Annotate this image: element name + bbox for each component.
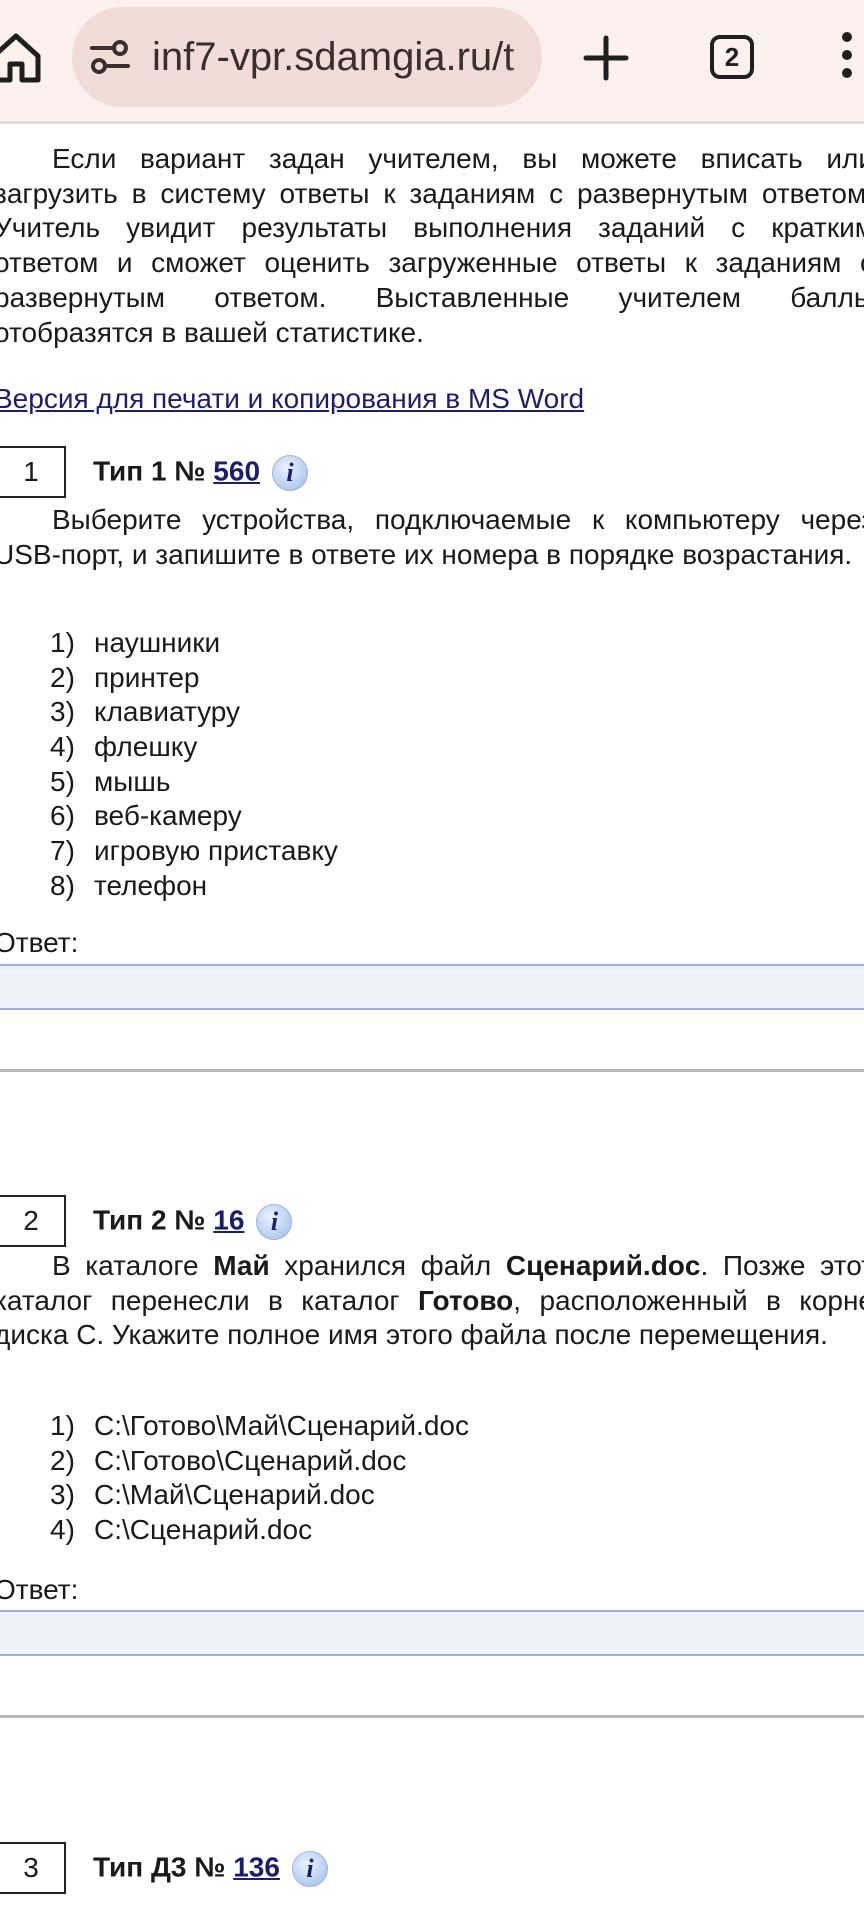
- browser-toolbar: inf7-vpr.sdamgia.ru/t 2: [0, 0, 864, 124]
- address-bar[interactable]: inf7-vpr.sdamgia.ru/t: [72, 7, 542, 107]
- task-divider: [0, 1069, 864, 1072]
- option-item: 7) игровую приставку: [50, 835, 338, 867]
- option-item: 1) C:\Готово\Май\Сценарий.doc: [50, 1410, 469, 1441]
- task-1-options: 1) наушники 2) принтер 3) клавиатуру 4) флеш…: [50, 626, 338, 904]
- task-id-link[interactable]: 16: [213, 1204, 244, 1235]
- task-2-options: 1) C:\Готово\Май\Сценарий.doc 2) C:\Готово…: [50, 1409, 469, 1548]
- intro-text: Если вариант задан учителем, вы можете в…: [0, 143, 864, 348]
- option-item: 4) C:\Сценарий.doc: [50, 1514, 313, 1546]
- more-vert-icon[interactable]: [842, 32, 862, 88]
- info-icon[interactable]: i: [256, 1204, 293, 1240]
- option-item: 2) принтер: [50, 661, 200, 693]
- task-1-header: 1 Тип 1 № 560 i: [0, 446, 864, 502]
- url-text[interactable]: inf7-vpr.sdamgia.ru/t: [152, 35, 514, 80]
- task-id-link[interactable]: 560: [213, 455, 260, 486]
- answer-label: Ответ:: [0, 927, 79, 958]
- task-2-question: В каталоге Май хранился файл Сценарий.do…: [0, 1250, 864, 1351]
- option-item: 3) C:\Май\Сценарий.doc: [50, 1479, 375, 1511]
- task-type-text: Тип 2 №: [93, 1204, 206, 1236]
- print-version-link[interactable]: Версия для печати и копирования в MS Wor…: [0, 383, 584, 415]
- option-item: 8) телефон: [50, 869, 208, 901]
- task-id-link[interactable]: 136: [233, 1851, 280, 1882]
- url-fade: [508, 7, 542, 107]
- task-number: 2: [0, 1195, 66, 1247]
- answer-label: Ответ:: [0, 1574, 79, 1605]
- option-item: 4) флешку: [50, 731, 198, 763]
- task-2-header: 2 Тип 2 № 16 i: [0, 1195, 864, 1251]
- home-icon: [0, 33, 41, 83]
- plus-icon: [583, 35, 629, 81]
- task-type-label: Тип 1 № 560 i: [93, 455, 309, 491]
- info-icon[interactable]: i: [272, 455, 309, 491]
- answer-field[interactable]: [0, 1610, 864, 1656]
- tune-icon[interactable]: [90, 39, 130, 75]
- task-divider: [0, 1715, 864, 1718]
- answer-field[interactable]: [0, 964, 864, 1010]
- tab-switcher-button[interactable]: 2: [710, 35, 754, 79]
- task-type-label: Тип 2 № 16 i: [93, 1204, 293, 1240]
- option-item: 5) мышь: [50, 765, 171, 797]
- task-3-header: 3 Тип Д3 № 136 i: [0, 1842, 864, 1898]
- info-icon[interactable]: i: [291, 1851, 328, 1887]
- task-type-label: Тип Д3 № 136 i: [93, 1851, 328, 1887]
- task-type-text: Тип Д3 №: [93, 1851, 226, 1883]
- page-content: Если вариант задан учителем, вы можете в…: [0, 124, 864, 1920]
- task-number: 3: [0, 1842, 66, 1894]
- option-item: 6) веб-камеру: [50, 800, 242, 832]
- task-type-text: Тип 1 №: [93, 455, 206, 487]
- home-button[interactable]: [0, 26, 42, 86]
- task-number: 1: [0, 446, 66, 498]
- option-item: 1) наушники: [50, 627, 221, 658]
- task-1-question: Выберите устройства, подключаемые к комп…: [0, 504, 864, 570]
- new-tab-button[interactable]: [578, 30, 634, 86]
- option-item: 3) клавиатуру: [50, 696, 241, 728]
- option-item: 2) C:\Готово\Сценарий.doc: [50, 1444, 407, 1476]
